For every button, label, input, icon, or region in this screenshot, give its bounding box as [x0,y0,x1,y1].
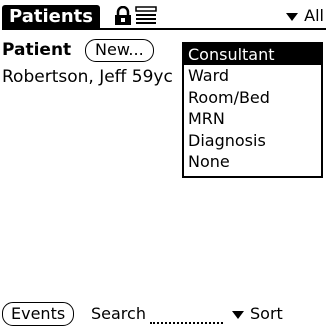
patient-list-item[interactable]: Robertson, Jeff 59yc [2,66,180,88]
filter-label: All [304,6,324,25]
search-input[interactable] [150,305,223,324]
popup-item-room-bed[interactable]: Room/Bed [184,87,321,108]
triangle-down-icon [232,310,244,319]
list-icon[interactable] [135,6,157,26]
column-popup-list: Consultant Ward Room/Bed MRN Diagnosis N… [182,42,323,178]
sort-dropdown[interactable]: Sort [232,303,283,324]
events-button[interactable]: Events [2,302,75,326]
popup-item-consultant[interactable]: Consultant [184,44,321,66]
sort-label: Sort [250,304,283,323]
patient-column-label: Patient [2,40,72,60]
search-label: Search [91,304,146,323]
popup-item-mrn[interactable]: MRN [184,108,321,129]
triangle-down-icon [286,12,299,21]
title-divider [2,28,326,30]
app-title[interactable]: Patients [2,5,100,28]
title-bar: Patients All [0,0,328,34]
popup-item-diagnosis[interactable]: Diagnosis [184,130,321,151]
lock-icon[interactable] [113,5,133,26]
filter-dropdown[interactable]: All [286,7,324,25]
popup-item-none[interactable]: None [184,151,321,172]
new-button[interactable]: New... [85,39,154,62]
popup-item-ward[interactable]: Ward [184,65,321,86]
